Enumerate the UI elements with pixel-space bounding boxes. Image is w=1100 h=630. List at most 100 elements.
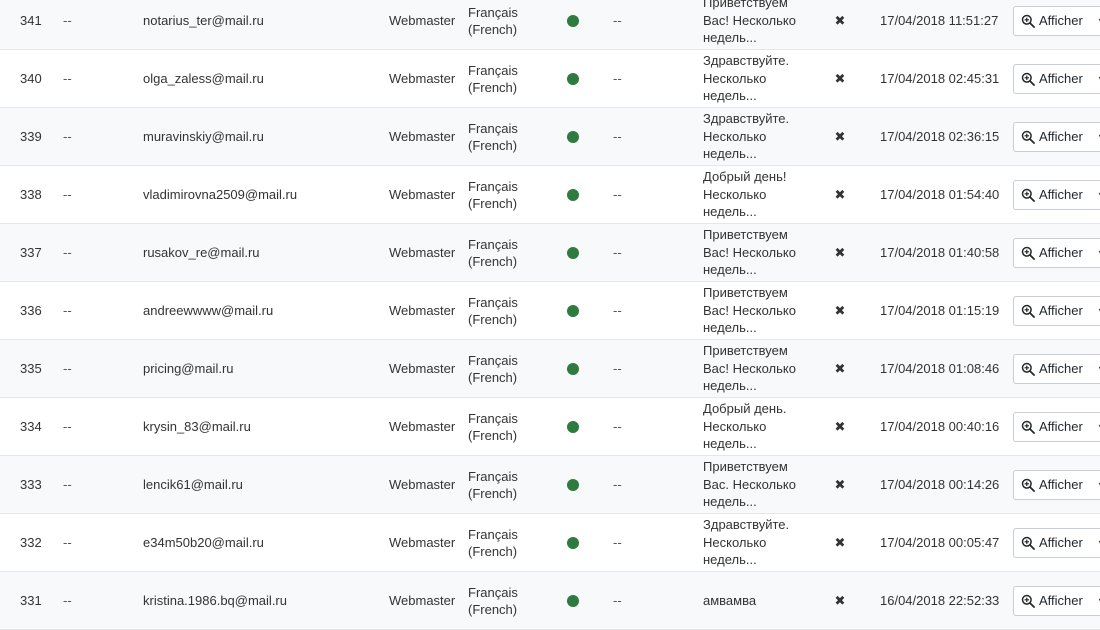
status-cell bbox=[567, 166, 579, 223]
language-english: (French) bbox=[468, 427, 518, 443]
row-id: 337 bbox=[20, 245, 42, 260]
empty-value: -- bbox=[613, 419, 622, 434]
table-row[interactable]: 337 -- rusakov_re@mail.ru Webmaster Français… bbox=[0, 224, 1100, 282]
message-preview-line: Вас. Несколько bbox=[703, 476, 796, 492]
language-english: (French) bbox=[468, 253, 518, 269]
status-cell bbox=[567, 224, 579, 281]
close-icon[interactable]: ✖ bbox=[834, 514, 846, 571]
close-icon[interactable]: ✖ bbox=[834, 50, 846, 107]
view-button[interactable]: Afficher▼ bbox=[1013, 527, 1100, 558]
zoom-in-icon bbox=[1021, 246, 1039, 260]
language-english: (French) bbox=[468, 601, 518, 617]
date: 17/04/2018 02:45:31 bbox=[880, 71, 1000, 86]
action-cell: Afficher▼ bbox=[1013, 456, 1100, 513]
language-name: Français bbox=[468, 526, 518, 542]
message-preview-line: недель... bbox=[703, 320, 757, 336]
close-icon[interactable]: ✖ bbox=[834, 166, 846, 223]
role: Webmaster bbox=[389, 71, 456, 86]
message-preview-line: Приветствуем bbox=[703, 285, 788, 301]
message-preview-line: недель... bbox=[703, 494, 757, 510]
role: Webmaster bbox=[389, 535, 456, 550]
language-english: (French) bbox=[468, 485, 518, 501]
empty-value: -- bbox=[613, 245, 622, 260]
table-row[interactable]: 334 -- krysin_83@mail.ru Webmaster Français(… bbox=[0, 398, 1100, 456]
close-icon[interactable]: ✖ bbox=[834, 0, 846, 49]
empty-value: -- bbox=[63, 535, 72, 550]
view-button-label: Afficher bbox=[1039, 303, 1083, 318]
table-row[interactable]: 338 -- vladimirovna2509@mail.ru Webmaster Fr… bbox=[0, 166, 1100, 224]
close-icon[interactable]: ✖ bbox=[834, 282, 846, 339]
view-button[interactable]: Afficher▼ bbox=[1013, 121, 1100, 152]
status-cell bbox=[567, 50, 579, 107]
table-row[interactable]: 332 -- e34m50b20@mail.ru Webmaster Français(… bbox=[0, 514, 1100, 572]
close-icon[interactable]: ✖ bbox=[834, 340, 846, 397]
date: 17/04/2018 00:14:26 bbox=[880, 477, 1000, 492]
table-row[interactable]: 331 -- kristina.1986.bq@mail.ru Webmaster Fr… bbox=[0, 572, 1100, 630]
language: Français (French) bbox=[468, 224, 548, 281]
view-button[interactable]: Afficher▼ bbox=[1013, 179, 1100, 210]
empty-value: -- bbox=[63, 245, 72, 260]
close-icon[interactable]: ✖ bbox=[834, 572, 846, 629]
language: Français (French) bbox=[468, 456, 548, 513]
row-id: 331 bbox=[20, 593, 42, 608]
table-row[interactable]: 340 -- olga_zaless@mail.ru Webmaster Françai… bbox=[0, 50, 1100, 108]
table-row[interactable]: 335 -- pricing@mail.ru Webmaster Français (Fr… bbox=[0, 340, 1100, 398]
language-name: Français bbox=[468, 4, 518, 20]
language: Français (French) bbox=[468, 340, 548, 397]
message-preview-line: недель... bbox=[703, 436, 757, 452]
language-english: (French) bbox=[468, 79, 518, 95]
action-cell: Afficher▼ bbox=[1013, 340, 1100, 397]
role: Webmaster bbox=[389, 129, 456, 144]
message-preview: Приветствуем Вас! Несколько недель... bbox=[703, 224, 803, 281]
view-button[interactable]: Afficher▼ bbox=[1013, 63, 1100, 94]
message-preview-line: Вас! Несколько bbox=[703, 360, 796, 376]
language: Français (French) bbox=[468, 166, 548, 223]
view-button[interactable]: Afficher▼ bbox=[1013, 295, 1100, 326]
close-icon[interactable]: ✖ bbox=[834, 108, 846, 165]
action-cell: Afficher▼ bbox=[1013, 572, 1100, 629]
table-row[interactable]: 341 -- notarius_ter@mail.ru Webmaster França… bbox=[0, 0, 1100, 50]
email: notarius_ter@mail.ru bbox=[143, 13, 264, 28]
view-button[interactable]: Afficher▼ bbox=[1013, 353, 1100, 384]
view-button[interactable]: Afficher▼ bbox=[1013, 237, 1100, 268]
message-preview: амвамва bbox=[703, 572, 803, 629]
empty-value: -- bbox=[63, 71, 72, 86]
message-preview: Добрый день! Несколько недель... bbox=[703, 166, 803, 223]
message-preview-line: недель... bbox=[703, 204, 757, 220]
view-button-label: Afficher bbox=[1039, 71, 1083, 86]
message-preview-line: Приветствуем bbox=[703, 227, 788, 243]
message-preview: Приветствуем Вас! Несколько недель... bbox=[703, 340, 803, 397]
role: Webmaster bbox=[389, 477, 456, 492]
view-button[interactable]: Afficher▼ bbox=[1013, 585, 1100, 616]
view-button-label: Afficher bbox=[1039, 245, 1083, 260]
close-icon[interactable]: ✖ bbox=[834, 456, 846, 513]
language-english: (French) bbox=[468, 369, 518, 385]
empty-value: -- bbox=[63, 593, 72, 608]
language: Français (French) bbox=[468, 398, 548, 455]
action-cell: Afficher▼ bbox=[1013, 282, 1100, 339]
table-row[interactable]: 333 -- lencik61@mail.ru Webmaster Français (F… bbox=[0, 456, 1100, 514]
status-dot-icon bbox=[567, 594, 579, 607]
message-preview: Здравствуйте. Несколько недель... bbox=[703, 50, 803, 107]
status-cell bbox=[567, 282, 579, 339]
table-row[interactable]: 336 -- andreewwww@mail.ru Webmaster Français… bbox=[0, 282, 1100, 340]
close-icon[interactable]: ✖ bbox=[834, 398, 846, 455]
language-name: Français bbox=[468, 294, 518, 310]
message-preview-line: недель... bbox=[703, 262, 757, 278]
message-preview-line: недель... bbox=[703, 552, 757, 568]
view-button[interactable]: Afficher▼ bbox=[1013, 5, 1100, 36]
table-row[interactable]: 339 -- muravinskiy@mail.ru Webmaster Françai… bbox=[0, 108, 1100, 166]
close-icon[interactable]: ✖ bbox=[834, 224, 846, 281]
message-preview-line: недель... bbox=[703, 30, 757, 46]
role: Webmaster bbox=[389, 419, 456, 434]
view-button[interactable]: Afficher▼ bbox=[1013, 411, 1100, 442]
zoom-in-icon bbox=[1021, 478, 1039, 492]
message-preview-line: Приветствуем bbox=[703, 0, 788, 11]
status-cell bbox=[567, 340, 579, 397]
email: olga_zaless@mail.ru bbox=[143, 71, 264, 86]
language: Français (French) bbox=[468, 108, 548, 165]
status-cell bbox=[567, 514, 579, 571]
empty-value: -- bbox=[613, 187, 622, 202]
message-preview-line: Здравствуйте. bbox=[703, 517, 790, 533]
view-button[interactable]: Afficher▼ bbox=[1013, 469, 1100, 500]
